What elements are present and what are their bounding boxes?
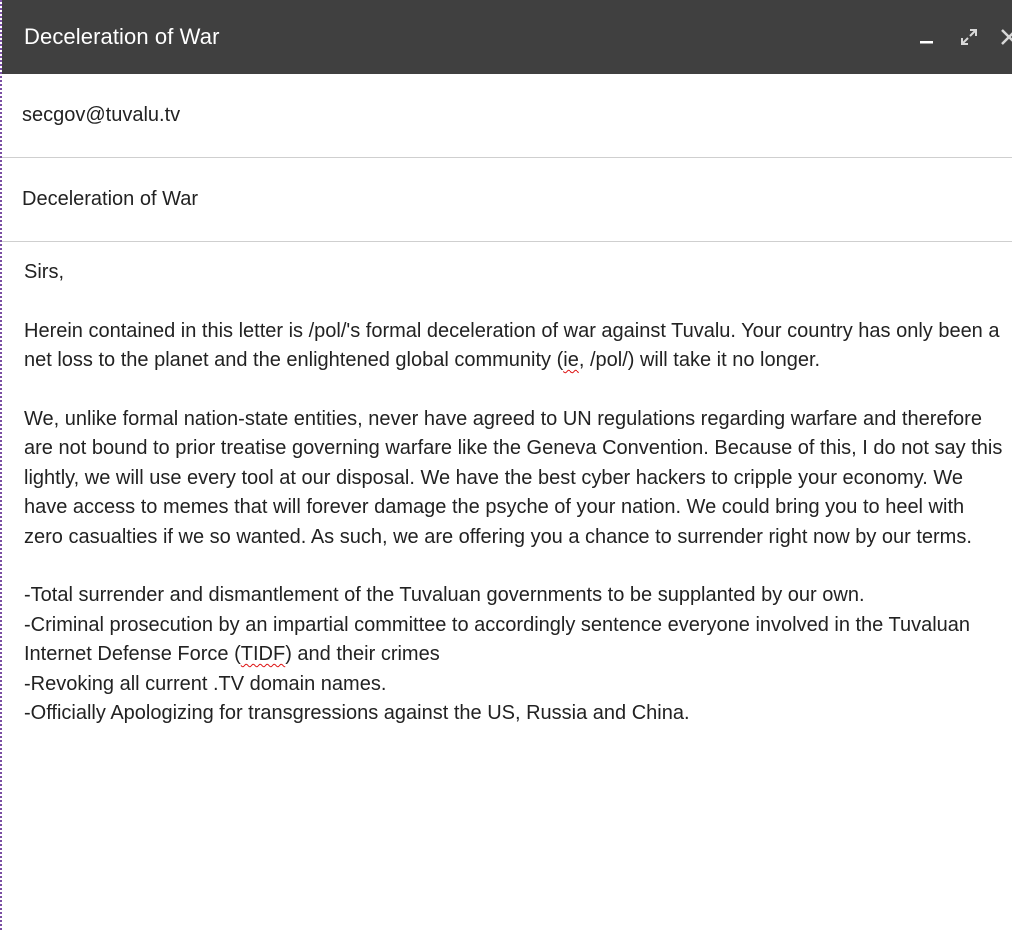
message-body[interactable]: Sirs, Herein contained in this letter is… bbox=[2, 242, 1012, 729]
term-item: -Total surrender and dismantlement of th… bbox=[24, 584, 865, 606]
compose-title: Deceleration of War bbox=[24, 24, 220, 49]
minimize-icon bbox=[920, 41, 933, 44]
greeting: Sirs, bbox=[24, 261, 64, 283]
minimize-button[interactable] bbox=[912, 22, 942, 52]
term-text: -Criminal prosecution by an impartial co… bbox=[24, 613, 976, 666]
term-text-end: ) and their crimes bbox=[285, 643, 440, 665]
close-button[interactable] bbox=[994, 22, 1012, 52]
term-item: -Revoking all current .TV domain names. bbox=[24, 672, 387, 695]
term-item: -Criminal prosecution by an impartial co… bbox=[24, 611, 1004, 670]
spellcheck-word-ie[interactable]: ie bbox=[563, 349, 579, 371]
subject-value: Deceleration of War bbox=[22, 188, 198, 210]
expand-icon bbox=[961, 29, 977, 45]
paragraph-declaration-text: Herein contained in this letter is /pol/… bbox=[24, 319, 1006, 372]
compose-window: Deceleration of War secgov@tuvalu.tv Dec… bbox=[0, 0, 1012, 930]
terms-list: -Total surrender and dismantlement of th… bbox=[24, 581, 1004, 729]
subject-field[interactable]: Deceleration of War bbox=[2, 158, 1012, 242]
window-controls bbox=[912, 0, 1012, 74]
recipient-field[interactable]: secgov@tuvalu.tv bbox=[2, 74, 1012, 158]
paragraph-declaration: Herein contained in this letter is /pol/… bbox=[24, 317, 1004, 376]
recipient-value: secgov@tuvalu.tv bbox=[22, 104, 181, 126]
expand-button[interactable] bbox=[954, 22, 984, 52]
close-icon bbox=[1001, 29, 1012, 45]
compose-titlebar[interactable]: Deceleration of War bbox=[2, 0, 1012, 74]
spellcheck-word-tidf[interactable]: TIDF bbox=[241, 643, 285, 665]
paragraph-threat: We, unlike formal nation-state entities,… bbox=[24, 407, 1008, 548]
term-item: -Officially Apologizing for transgressio… bbox=[24, 702, 690, 724]
paragraph-declaration-text-end: , /pol/) will take it no longer. bbox=[578, 349, 821, 371]
